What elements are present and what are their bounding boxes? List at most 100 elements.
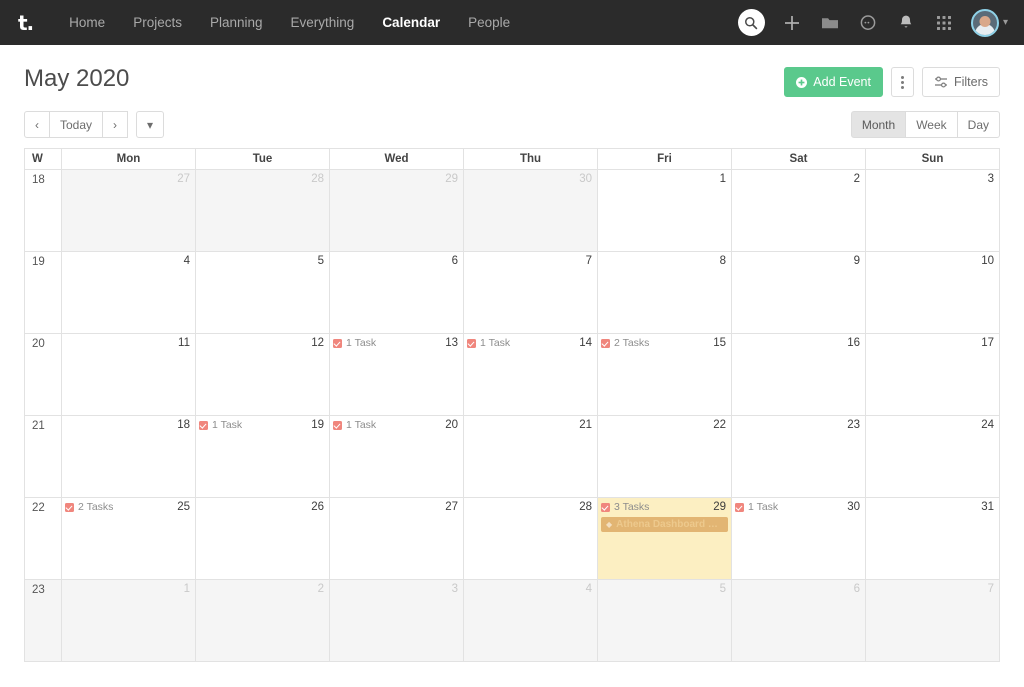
task-count-badge[interactable]: 2 Tasks	[65, 501, 113, 513]
calendar-day-cell[interactable]: 1 Task 20	[329, 415, 464, 498]
calendar-day-cell[interactable]: 2	[731, 169, 866, 252]
next-period-button[interactable]: ›	[102, 111, 129, 138]
calendar-day-cell[interactable]: 2 Tasks 25	[61, 497, 196, 580]
day-cell-top: 1 Task 13	[330, 334, 463, 350]
calendar-day-cell[interactable]: 3	[329, 579, 464, 662]
filters-button[interactable]: Filters	[921, 67, 1000, 97]
calendar-day-cell[interactable]: 31	[865, 497, 1000, 580]
calendar-body: 18 27 28 29 30 1 2 3 19 4 5 6 7 8 9 10 20 11 12 1 Task 13 1 T…	[24, 169, 1000, 662]
today-button[interactable]: Today	[49, 111, 104, 138]
calendar-day-cell[interactable]: 7	[463, 251, 598, 334]
nav-item-calendar[interactable]: Calendar	[368, 0, 454, 45]
day-number: 29	[713, 501, 726, 513]
calendar-day-cell[interactable]: 30	[463, 169, 598, 252]
checkbox-task-icon	[199, 420, 208, 430]
calendar-day-cell[interactable]: 28	[195, 169, 330, 252]
calendar-day-cell[interactable]: 17	[865, 333, 1000, 416]
prev-period-button[interactable]: ‹	[24, 111, 50, 138]
calendar-day-cell[interactable]: 16	[731, 333, 866, 416]
calendar-day-cell[interactable]: 1 Task 14	[463, 333, 598, 416]
calendar-day-cell[interactable]: 24	[865, 415, 1000, 498]
bell-icon[interactable]	[895, 12, 917, 34]
calendar-day-cell[interactable]: 1 Task 19	[195, 415, 330, 498]
calendar-day-cell[interactable]: 3	[865, 169, 1000, 252]
calendar-day-cell[interactable]: 27	[329, 497, 464, 580]
view-day-button[interactable]: Day	[956, 111, 1000, 138]
calendar-day-cell[interactable]: 12	[195, 333, 330, 416]
calendar-day-cell[interactable]: 6	[731, 579, 866, 662]
user-menu[interactable]: ▾	[970, 8, 1008, 37]
calendar-day-cell[interactable]: 9	[731, 251, 866, 334]
day-number: 20	[445, 419, 458, 431]
day-header-sun: Sun	[865, 148, 1000, 170]
task-count-badge[interactable]: 2 Tasks	[601, 337, 649, 349]
task-count-badge[interactable]: 1 Task	[333, 419, 376, 431]
app-logo[interactable]: t.	[18, 11, 34, 35]
calendar-day-cell[interactable]: 28	[463, 497, 598, 580]
day-number: 19	[311, 419, 324, 431]
day-number: 30	[847, 501, 860, 513]
calendar-day-cell[interactable]: 2 Tasks 15	[597, 333, 732, 416]
calendar-day-cell[interactable]: 26	[195, 497, 330, 580]
calendar-day-cell[interactable]: 1	[597, 169, 732, 252]
day-number: 26	[311, 501, 324, 513]
calendar-day-cell[interactable]: 5	[195, 251, 330, 334]
calendar-day-cell[interactable]: 8	[597, 251, 732, 334]
calendar-day-cell[interactable]: 22	[597, 415, 732, 498]
calendar-day-cell[interactable]: 10	[865, 251, 1000, 334]
day-number: 27	[177, 173, 190, 185]
task-count-badge[interactable]: 1 Task	[199, 419, 242, 431]
nav-item-home[interactable]: Home	[55, 0, 119, 45]
view-week-button[interactable]: Week	[905, 111, 958, 138]
day-cell-top: 12	[196, 334, 329, 350]
header-actions: Add Event Filters	[784, 67, 1000, 97]
calendar-day-cell[interactable]: 1	[61, 579, 196, 662]
task-count-badge[interactable]: 1 Task	[333, 337, 376, 349]
calendar-week-row: 21 18 1 Task 19 1 Task 20 21 22 23 24	[24, 415, 1000, 498]
date-nav-group: ‹ Today › ▾	[24, 111, 165, 138]
add-event-button[interactable]: Add Event	[784, 67, 883, 97]
day-number: 1	[183, 583, 190, 595]
nav-item-everything[interactable]: Everything	[277, 0, 369, 45]
day-header-fri: Fri	[597, 148, 732, 170]
calendar-day-cell[interactable]: 7	[865, 579, 1000, 662]
calendar-day-cell[interactable]: 4	[463, 579, 598, 662]
nav-item-planning[interactable]: Planning	[196, 0, 277, 45]
day-number: 17	[981, 337, 994, 349]
week-number-cell: 21	[24, 415, 62, 498]
nav-item-people[interactable]: People	[454, 0, 524, 45]
calendar-day-cell[interactable]: 29	[329, 169, 464, 252]
day-number: 9	[853, 255, 860, 267]
task-count-label: 1 Task	[346, 419, 377, 431]
search-icon[interactable]	[737, 9, 765, 36]
calendar-day-cell[interactable]: 1 Task 13	[329, 333, 464, 416]
calendar-day-cell[interactable]: 3 Tasks 29 ◆ Athena Dashboard v2.0	[597, 497, 732, 580]
task-count-label: 2 Tasks	[78, 501, 114, 513]
calendar-day-cell[interactable]: 2	[195, 579, 330, 662]
grid-apps-icon[interactable]	[933, 12, 955, 34]
calendar-day-cell[interactable]: 1 Task 30	[731, 497, 866, 580]
task-count-badge[interactable]: 1 Task	[735, 501, 778, 513]
day-number: 16	[847, 337, 860, 349]
calendar-day-cell[interactable]: 5	[597, 579, 732, 662]
calendar-day-cell[interactable]: 11	[61, 333, 196, 416]
view-month-button[interactable]: Month	[850, 111, 907, 138]
calendar-day-cell[interactable]: 21	[463, 415, 598, 498]
calendar-day-cell[interactable]: 4	[61, 251, 196, 334]
nav-item-projects[interactable]: Projects	[119, 0, 196, 45]
folder-icon[interactable]	[819, 12, 841, 34]
week-number-cell: 19	[24, 251, 62, 334]
calendar-day-cell[interactable]: 23	[731, 415, 866, 498]
task-count-badge[interactable]: 3 Tasks	[601, 501, 649, 513]
calendar-event[interactable]: ◆ Athena Dashboard v2.0	[601, 517, 728, 532]
day-number: 10	[981, 255, 994, 267]
calendar-day-cell[interactable]: 6	[329, 251, 464, 334]
chat-icon[interactable]	[857, 12, 879, 34]
calendar-day-cell[interactable]: 27	[61, 169, 196, 252]
date-picker-dropdown[interactable]: ▾	[136, 111, 165, 138]
plus-icon[interactable]	[781, 12, 803, 34]
more-options-button[interactable]	[890, 67, 914, 97]
day-number: 28	[579, 501, 592, 513]
task-count-badge[interactable]: 1 Task	[467, 337, 510, 349]
calendar-day-cell[interactable]: 18	[61, 415, 196, 498]
